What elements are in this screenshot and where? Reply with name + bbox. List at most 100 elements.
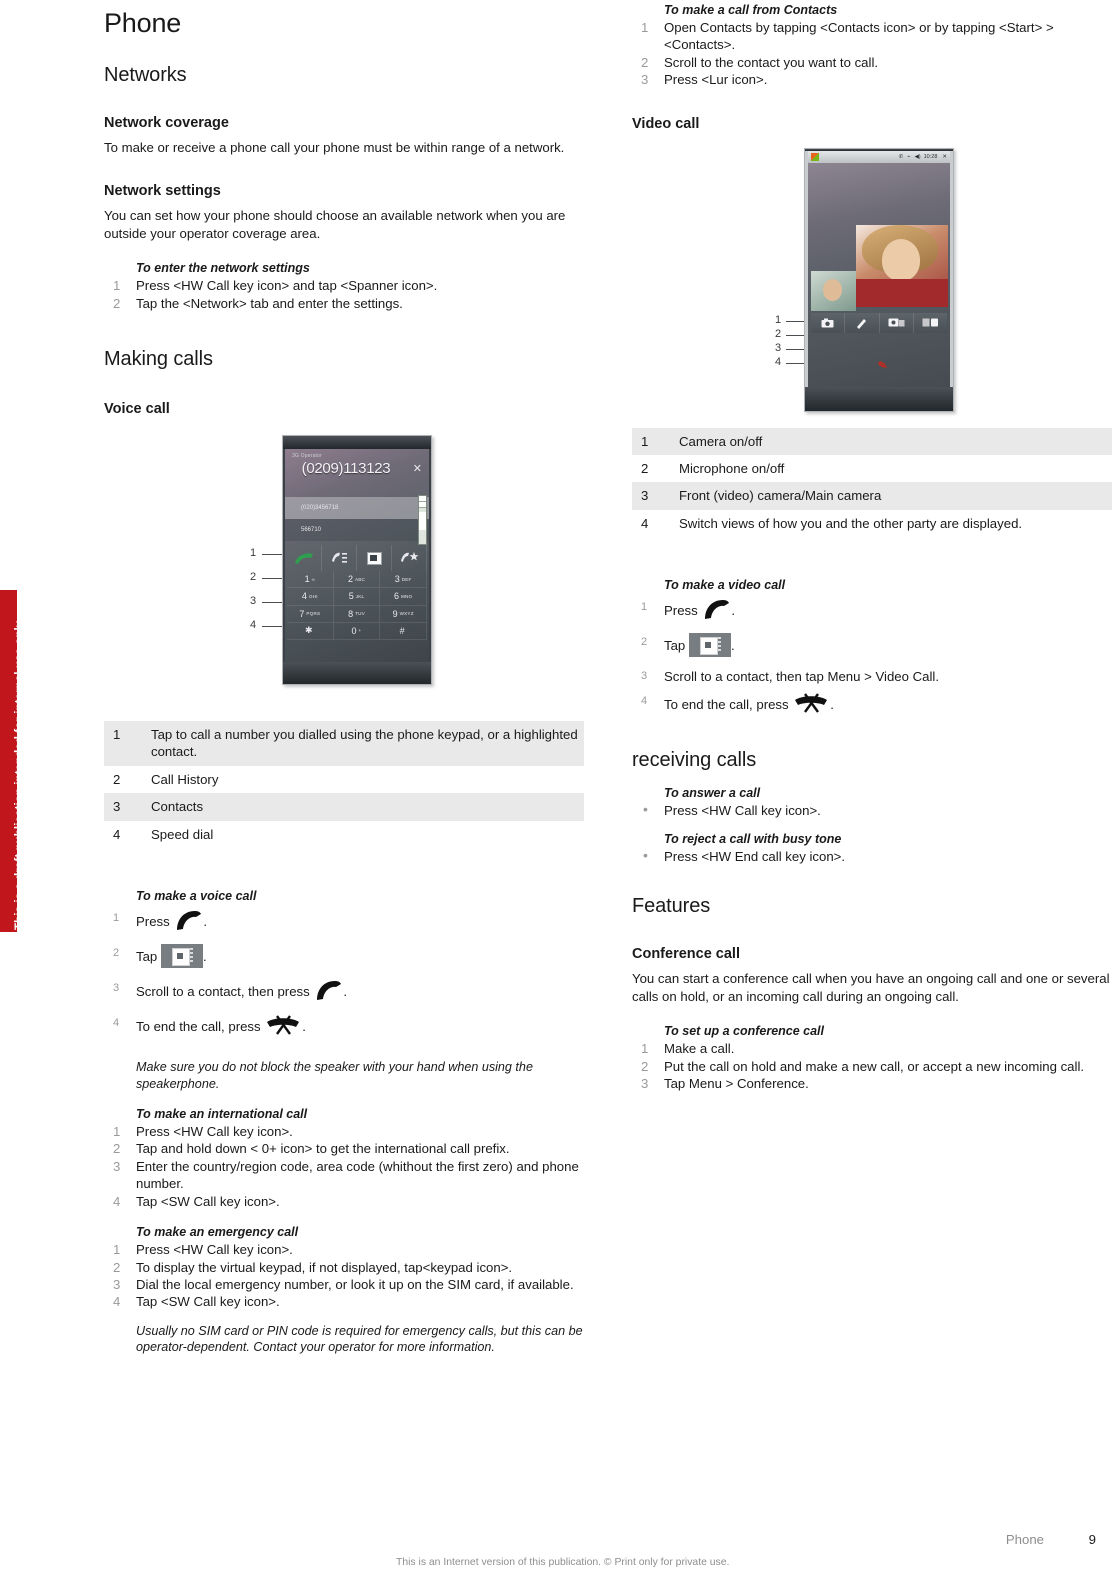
camera-switch-button[interactable] — [880, 312, 914, 333]
keypad-sublabel: GHI — [308, 593, 318, 599]
step-number: 4 — [113, 1294, 121, 1310]
step-text-after: . — [731, 603, 736, 619]
call-button[interactable] — [287, 545, 322, 572]
proc-title-reject-call: To reject a call with busy tone — [664, 832, 842, 847]
switch-views-button[interactable] — [914, 313, 947, 333]
close-icon[interactable]: ✕ — [942, 154, 947, 160]
list-item: 3 Enter the country/region code, area cod… — [104, 1158, 584, 1193]
table-row: 4 Switch views of how you and the other … — [632, 510, 1112, 537]
step-text-after: . — [202, 949, 207, 965]
keypad-sublabel: ABC — [354, 576, 366, 582]
step-number: 1 — [113, 278, 121, 294]
step-text: Press — [664, 603, 698, 619]
list-item: 2 Scroll to the contact you want to call. — [632, 54, 1112, 71]
step-number: 2 — [113, 295, 121, 311]
dialled-number: (0209)113123 — [301, 460, 391, 478]
keypad-key[interactable]: 8 TUV — [333, 605, 381, 623]
step-text: Make a call. — [664, 1041, 735, 1057]
manual-page: Phone Networks Network coverage To make … — [0, 0, 1112, 1583]
bullet-marker: • — [643, 847, 648, 864]
footer-section-label: Phone — [1005, 1532, 1044, 1547]
callout-number: 3 — [632, 482, 679, 510]
list-item: 4 Tap <SW Call key icon>. — [104, 1293, 584, 1310]
step-text: Enter the country/region code, area code… — [136, 1158, 579, 1192]
step-number: 1 — [641, 1041, 649, 1057]
keypad-sublabel: DEF — [401, 576, 412, 582]
start-menu-icon[interactable] — [811, 152, 819, 161]
heading-video-call: Video call — [632, 115, 700, 132]
callout-leader-number: 2 — [250, 571, 257, 584]
keypad-key[interactable]: 0 + — [333, 622, 381, 641]
callout-leader-number: 4 — [775, 355, 782, 368]
operator-label: 3G Operator — [292, 453, 322, 460]
step-text-after: . — [203, 914, 208, 930]
heading-voice-call: Voice call — [104, 401, 170, 418]
keypad-sublabel: TUV — [355, 611, 365, 617]
note-text: Usually no SIM card or PIN code is requi… — [136, 1323, 583, 1355]
note-text: Make sure you do not block the speaker w… — [136, 1060, 533, 1091]
steps-emergency-call: 1 Press <HW Call key icon>. 2 To display t… — [104, 1241, 584, 1311]
keypad-key[interactable]: 1 ∞ — [287, 571, 334, 589]
callout-text: Camera on/off — [679, 427, 1112, 456]
heading-networks: Networks — [104, 64, 187, 86]
step-text: To display the virtual keypad, if not di… — [136, 1259, 513, 1275]
callout-leader-number: 2 — [775, 327, 782, 340]
call-key-icon — [173, 909, 203, 931]
keypad-key[interactable]: 2 ABC — [333, 571, 381, 589]
steps-setup-conference-call: 1 Make a call. 2 Put the call on hold and … — [632, 1040, 1112, 1092]
contacts-icon[interactable] — [357, 545, 392, 572]
step-text: Tap Menu > Conference. — [664, 1076, 809, 1092]
callout-leader-number: 4 — [250, 619, 257, 632]
list-item: • Press <HW End call key icon>. — [632, 847, 1112, 865]
callout-text: Call History — [151, 771, 219, 787]
step-number: 1 — [113, 1124, 121, 1140]
keypad-key[interactable]: # — [380, 622, 427, 641]
step-number: 3 — [641, 670, 648, 683]
step-number: 1 — [113, 1242, 121, 1258]
keypad-digit: # — [399, 625, 405, 636]
callout-table-voice-call: 1 Tap to call a number you dialled using… — [104, 721, 584, 848]
text-network-coverage: To make or receive a phone call your pho… — [104, 140, 565, 155]
keypad-key[interactable]: ✱ — [287, 622, 334, 641]
step-number: 2 — [113, 1259, 121, 1275]
step-text: Press <HW Call key icon>. — [664, 802, 821, 818]
speed-dial-icon[interactable] — [392, 545, 427, 572]
keypad-sublabel: JKL — [355, 593, 365, 599]
proc-title-enter-network-settings: To enter the network settings — [136, 261, 310, 276]
keypad-digit: 2 — [347, 574, 353, 585]
step-text: Press <HW End call key icon>. — [664, 849, 846, 865]
call-history-icon[interactable] — [322, 545, 357, 572]
step-number: 4 — [113, 1017, 120, 1030]
step-number: 2 — [641, 1058, 649, 1074]
camera-on-off-button[interactable] — [811, 312, 846, 333]
keypad-digit: 3 — [394, 574, 400, 585]
step-number: 2 — [641, 54, 649, 70]
contacts-icon — [688, 633, 731, 658]
step-text: Tap the <Network> tab and enter the sett… — [136, 295, 403, 311]
step-text-after: . — [302, 1019, 306, 1035]
list-item: 4 To end the call, press . — [632, 692, 1112, 716]
call-history-row[interactable]: (020)3456718 — [285, 497, 429, 520]
callout-number: 1 — [632, 427, 679, 456]
keypad-key[interactable]: 9 WXYZ — [380, 605, 427, 623]
phone-dialer-screenshot: 3G Operator (0209)113123 ✕ (020)3456718 … — [282, 435, 432, 686]
proc-title-call-from-contacts: To make a call from Contacts — [664, 3, 838, 17]
virtual-keypad[interactable]: 1 ∞ 2 ABC 3 DEF 4 GHI 5 JKL 6 MNO 7 PQRS 8 TUV 9… — [287, 571, 427, 641]
keypad-key[interactable]: 4 GHI — [287, 588, 334, 606]
keypad-key[interactable]: 5 JKL — [333, 588, 381, 606]
keypad-key[interactable]: 7 PQRS — [287, 605, 334, 623]
step-number: 1 — [641, 20, 649, 35]
video-call-screenshot: ✆ ⌁ ◀) 10:28 ✕ ✎ — [804, 147, 954, 412]
steps-call-from-contacts: 1 Open Contacts by tapping <Contacts icon… — [632, 19, 1112, 89]
keypad-key[interactable]: 6 MNO — [380, 588, 427, 606]
keypad-key[interactable]: 3 DEF — [380, 571, 427, 589]
video-call-screen: ✎ — [808, 162, 950, 387]
call-history-row[interactable]: 566710 — [285, 519, 429, 542]
steps-make-video-call: 1 Press . 2 Tap . 3 Scroll to a contact, th… — [632, 598, 1112, 715]
microphone-on-off-button[interactable] — [845, 312, 880, 333]
scrollbar[interactable] — [418, 495, 427, 546]
step-text: Press <Lur icon>. — [664, 72, 768, 88]
device-top-bezel — [283, 436, 431, 450]
close-icon[interactable]: ✕ — [413, 462, 422, 475]
heading-conference-call: Conference call — [632, 946, 740, 963]
